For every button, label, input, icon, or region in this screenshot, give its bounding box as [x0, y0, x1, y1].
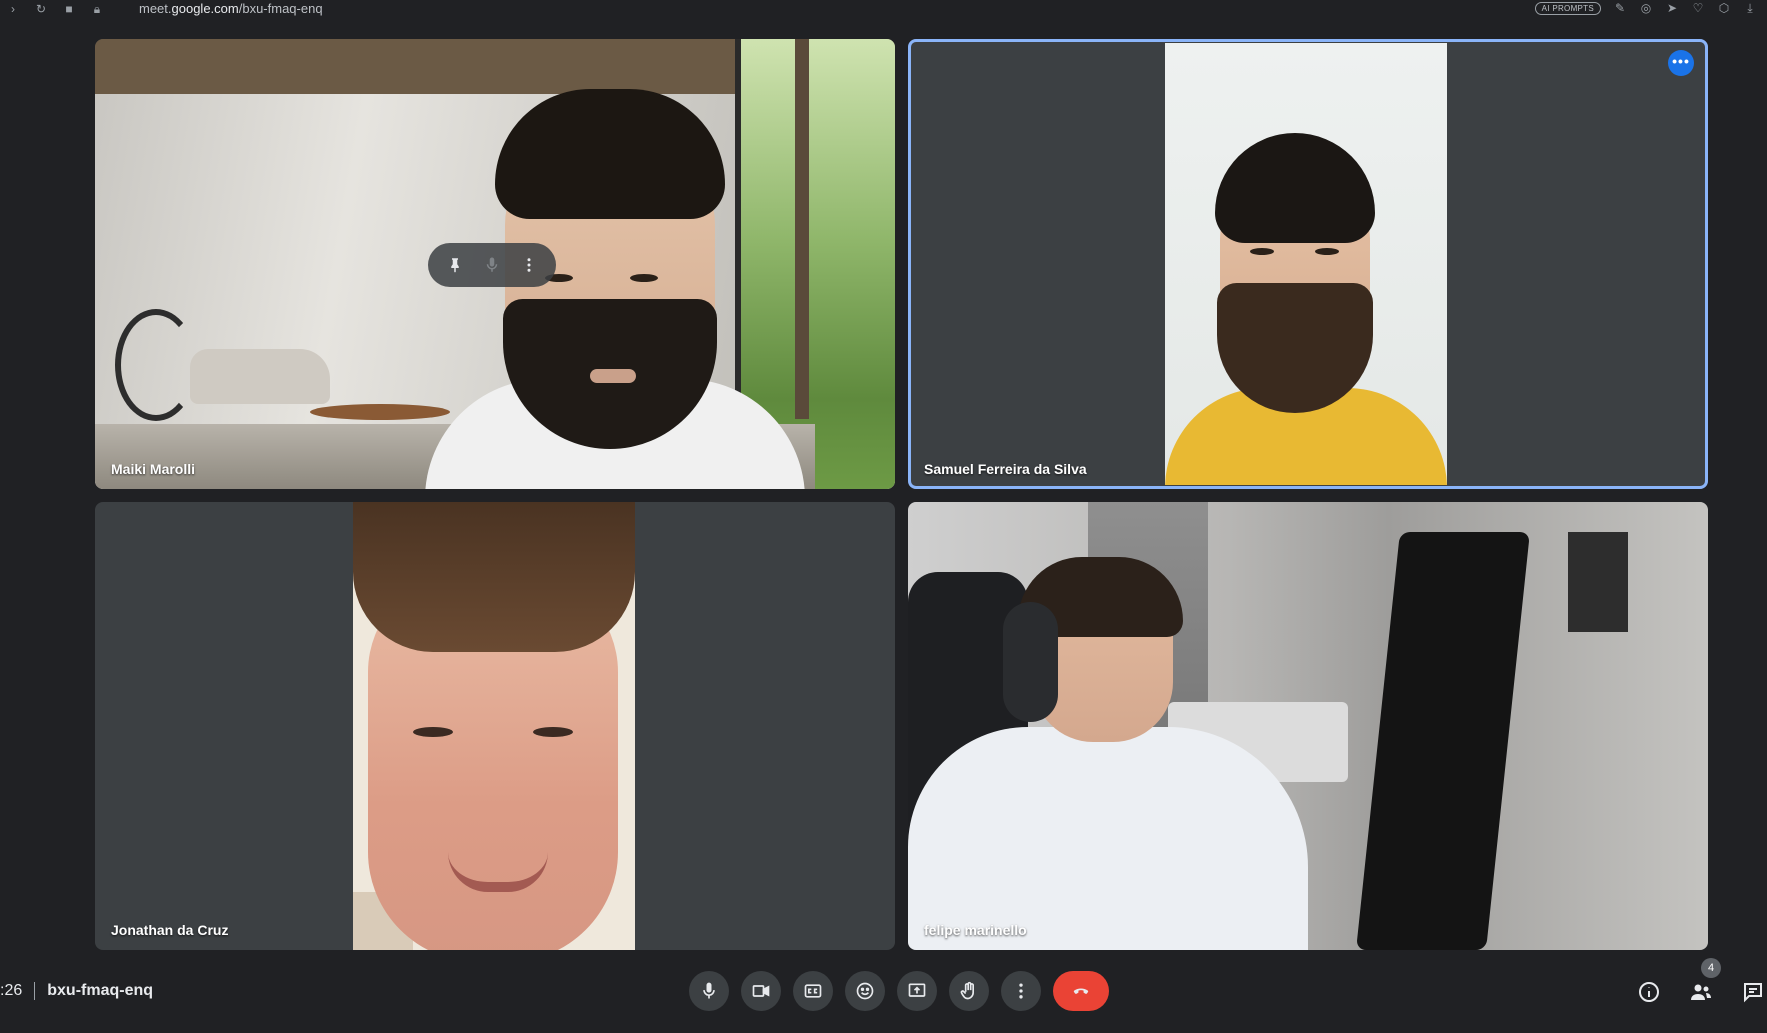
- participant-tile-3[interactable]: Jonathan da Cruz: [95, 502, 895, 950]
- info-icon: [1639, 982, 1659, 1002]
- divider: [34, 982, 36, 1000]
- meeting-details-button[interactable]: [1635, 978, 1663, 1006]
- browser-bar: › ↻ ■ 🔒︎ meet.google.com/bxu-fmaq-enq AI…: [0, 0, 1767, 22]
- hand-icon: [960, 981, 974, 1000]
- video-camera-icon: [752, 985, 770, 997]
- screenshot-icon[interactable]: ◎: [1639, 1, 1653, 15]
- participant-video: [1165, 43, 1447, 485]
- more-options-button[interactable]: [1001, 971, 1041, 1011]
- camera-site-icon[interactable]: ■: [62, 2, 76, 16]
- meeting-controls-bar: :26 bxu-fmaq-enq 4: [0, 958, 1767, 1033]
- camera-button[interactable]: [741, 971, 781, 1011]
- forward-icon[interactable]: ›: [6, 2, 20, 16]
- url-prefix: meet.: [139, 1, 172, 16]
- participants-count-badge: 4: [1701, 958, 1721, 978]
- reactions-button[interactable]: [845, 971, 885, 1011]
- pin-icon[interactable]: [439, 249, 471, 281]
- send-icon[interactable]: ➤: [1665, 1, 1679, 15]
- url-path: /bxu-fmaq-enq: [238, 1, 323, 16]
- captions-icon: [804, 984, 822, 998]
- microphone-button[interactable]: [689, 971, 729, 1011]
- participant-name: Samuel Ferreira da Silva: [924, 461, 1087, 477]
- heart-icon[interactable]: ♡: [1691, 1, 1705, 15]
- raise-hand-button[interactable]: [949, 971, 989, 1011]
- download-icon[interactable]: ⤓: [1743, 1, 1757, 15]
- address-bar[interactable]: meet.google.com/bxu-fmaq-enq: [139, 1, 323, 16]
- clock: :26: [0, 982, 23, 999]
- chat-button[interactable]: [1739, 978, 1767, 1006]
- ai-prompts-extension-button[interactable]: AI PROMPTS: [1534, 1, 1601, 15]
- participant-name: Maiki Marolli: [111, 461, 196, 477]
- chat-icon: [1744, 983, 1762, 1003]
- present-screen-button[interactable]: [897, 971, 937, 1011]
- mic-icon: [703, 982, 715, 999]
- side-panel-controls: 4: [1635, 958, 1767, 1006]
- participant-tile-4[interactable]: felipe marinello: [908, 502, 1708, 950]
- extensions-area: AI PROMPTS ✎ ◎ ➤ ♡ ⬡ ⤓: [1534, 1, 1757, 15]
- reload-icon[interactable]: ↻: [34, 2, 48, 16]
- url-domain: google.com: [171, 1, 239, 16]
- edit-icon[interactable]: ✎: [1613, 1, 1627, 15]
- participant-video: [353, 502, 635, 950]
- participant-video: [425, 89, 805, 489]
- extensions-icon[interactable]: ⬡: [1717, 1, 1731, 15]
- mic-icon[interactable]: [476, 249, 508, 281]
- meeting-info: :26 bxu-fmaq-enq: [0, 982, 153, 1000]
- people-icon: [1691, 984, 1711, 1000]
- lock-icon[interactable]: 🔒︎: [90, 2, 104, 16]
- emoji-icon: [856, 982, 874, 1000]
- more-options-icon[interactable]: [513, 249, 545, 281]
- captions-button[interactable]: [793, 971, 833, 1011]
- leave-call-button[interactable]: [1053, 971, 1109, 1011]
- call-controls: [689, 971, 1109, 1011]
- participant-tile-1[interactable]: Maiki Marolli: [95, 39, 895, 489]
- people-button[interactable]: 4: [1687, 958, 1721, 1006]
- tile-hover-toolbar: [428, 243, 556, 287]
- more-vert-icon: [1019, 983, 1023, 999]
- participant-tile-2-active-speaker[interactable]: ••• Samuel Ferreira da Silva: [908, 39, 1708, 489]
- participant-name: felipe marinello: [924, 922, 1027, 938]
- end-call-icon: [1073, 988, 1089, 994]
- browser-nav: › ↻ ■ 🔒︎: [6, 2, 104, 16]
- participant-name: Jonathan da Cruz: [111, 922, 229, 938]
- meeting-code: bxu-fmaq-enq: [47, 982, 154, 999]
- present-icon: [908, 983, 926, 997]
- participant-video: [908, 502, 1708, 950]
- speaking-indicator-icon: •••: [1668, 50, 1694, 76]
